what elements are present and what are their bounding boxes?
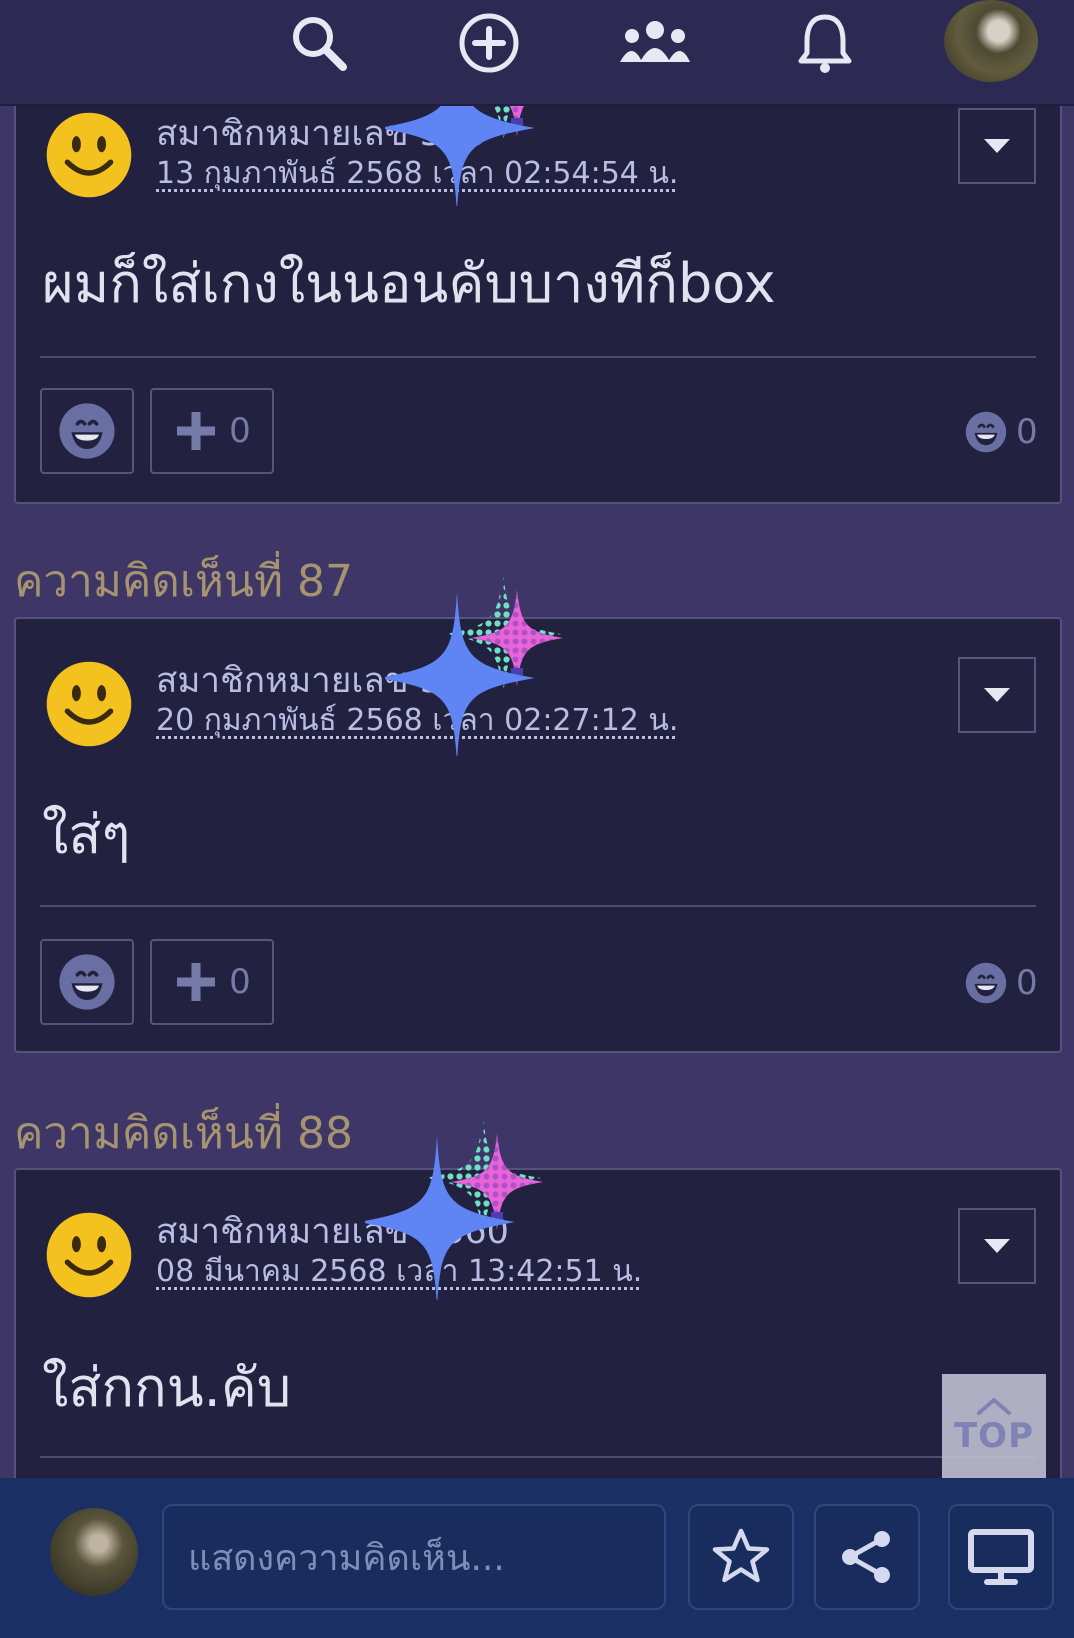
comment-date[interactable]: 20 กุมภาพันธ์ 2568 เวลา 02:27:12 น. xyxy=(156,697,678,744)
comment-menu-button[interactable] xyxy=(958,1208,1036,1284)
reaction-summary[interactable]: 0 xyxy=(964,410,1038,454)
divider xyxy=(40,905,1036,907)
comment-menu-button[interactable] xyxy=(958,657,1036,733)
scroll-to-top-button[interactable]: TOP xyxy=(942,1374,1046,1478)
emoji-reaction-button[interactable] xyxy=(40,388,134,474)
plus-count: 0 xyxy=(229,962,251,1002)
smiley-avatar-icon xyxy=(44,659,134,749)
reaction-summary[interactable]: 0 xyxy=(964,961,1038,1005)
desktop-icon xyxy=(968,1529,1034,1585)
reaction-count: 0 xyxy=(1016,412,1038,452)
comment-date[interactable]: 08 มีนาคม 2568 เวลา 13:42:51 น. xyxy=(156,1248,642,1295)
top-navigation-bar xyxy=(0,0,1074,106)
chevron-down-icon xyxy=(984,1239,1010,1253)
grin-icon xyxy=(57,952,117,1012)
search-icon[interactable] xyxy=(282,6,356,80)
grin-icon xyxy=(964,410,1008,454)
reaction-count: 0 xyxy=(1016,963,1038,1003)
chevron-down-icon xyxy=(984,139,1010,153)
share-button[interactable] xyxy=(814,1504,920,1610)
smiley-avatar-icon xyxy=(44,1210,134,1300)
comment-date[interactable]: 13 กุมภาพันธ์ 2568 เวลา 02:54:54 น. xyxy=(156,150,678,197)
comment-number-label: ความคิดเห็นที่ 87 xyxy=(14,556,353,607)
favorite-button[interactable] xyxy=(688,1504,794,1610)
comment-input[interactable]: แสดงความคิดเห็น... xyxy=(162,1504,666,1610)
share-icon xyxy=(842,1531,890,1583)
divider xyxy=(40,356,1036,358)
comment-body: ใส่ๆ xyxy=(42,803,131,866)
emoji-reaction-button[interactable] xyxy=(40,939,134,1025)
notification-bell-icon[interactable] xyxy=(788,6,862,80)
comment-card: สมาชิกหมายเลข 360 20 กุมภาพันธ์ 2568 เวล… xyxy=(14,617,1062,1053)
comment-menu-button[interactable] xyxy=(958,108,1036,184)
star-icon xyxy=(712,1528,770,1583)
profile-avatar[interactable] xyxy=(944,0,1038,82)
plus-count: 0 xyxy=(229,411,251,451)
comment-number-label: ความคิดเห็นที่ 88 xyxy=(14,1108,353,1159)
add-post-icon[interactable] xyxy=(452,6,526,80)
plus-vote-button[interactable]: 0 xyxy=(150,388,274,474)
plus-vote-button[interactable]: 0 xyxy=(150,939,274,1025)
bottom-comment-bar: แสดงความคิดเห็น... xyxy=(0,1478,1074,1638)
chevron-up-icon xyxy=(977,1398,1011,1415)
community-icon[interactable] xyxy=(618,6,692,80)
comment-card: สมาชิกหมายเลข 360 13 กุมภาพันธ์ 2568 เวล… xyxy=(14,96,1062,504)
grin-icon xyxy=(964,961,1008,1005)
smiley-avatar-icon xyxy=(44,110,134,200)
plus-icon xyxy=(177,412,216,450)
grin-icon xyxy=(57,401,117,461)
chevron-down-icon xyxy=(984,688,1010,702)
desktop-view-button[interactable] xyxy=(948,1504,1054,1610)
top-label: TOP xyxy=(953,1416,1034,1456)
divider xyxy=(40,1456,1036,1458)
user-avatar[interactable] xyxy=(50,1508,138,1596)
comment-body: ผมก็ใส่เกงในนอนคับบางทีก็box xyxy=(42,252,776,315)
plus-icon xyxy=(177,963,216,1001)
comment-body: ใส่กกน.คับ xyxy=(42,1356,292,1419)
